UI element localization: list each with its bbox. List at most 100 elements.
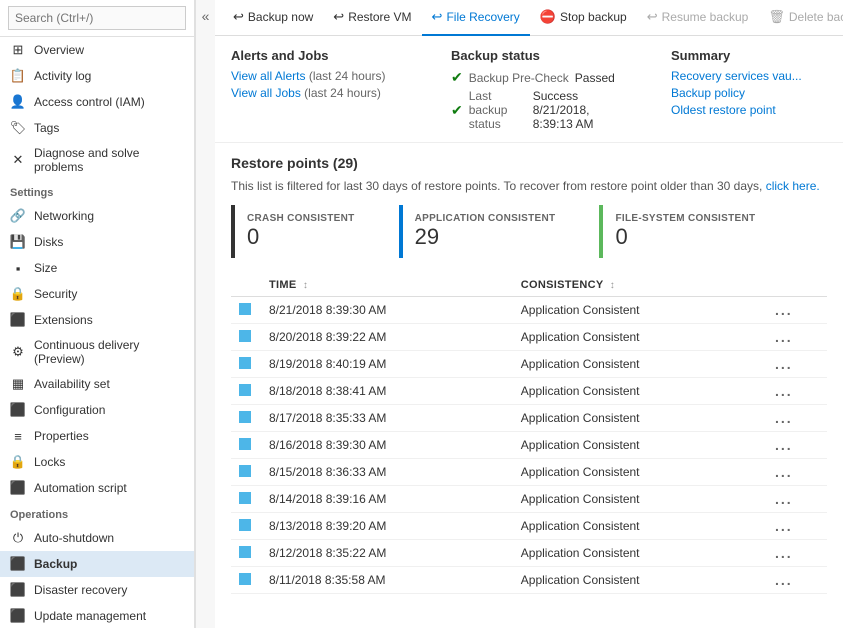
table-row: 8/15/2018 8:36:33 AM Application Consist… bbox=[231, 459, 827, 486]
summary-item-2[interactable]: Oldest restore point bbox=[671, 103, 843, 117]
resume-backup-icon: ↩ bbox=[647, 9, 658, 25]
properties-icon: ≡ bbox=[10, 428, 26, 444]
row-more-button[interactable]: ... bbox=[775, 572, 793, 588]
sidebar-item-networking[interactable]: 🔗 Networking bbox=[0, 203, 194, 229]
summary-item-1[interactable]: Backup policy bbox=[671, 86, 843, 100]
crash-consistent-label: CRASH CONSISTENT bbox=[247, 213, 355, 224]
sidebar-item-label: Networking bbox=[34, 209, 94, 223]
table-row: 8/14/2018 8:39:16 AM Application Consist… bbox=[231, 486, 827, 513]
row-more-button[interactable]: ... bbox=[775, 356, 793, 372]
networking-icon: 🔗 bbox=[10, 208, 26, 224]
row-actions[interactable]: ... bbox=[767, 378, 827, 405]
row-actions[interactable]: ... bbox=[767, 513, 827, 540]
sidebar-item-security[interactable]: 🔒 Security bbox=[0, 281, 194, 307]
sidebar-item-diagnose[interactable]: ✕ Diagnose and solve problems bbox=[0, 141, 194, 179]
diagnose-icon: ✕ bbox=[10, 152, 26, 168]
row-indicator-icon bbox=[239, 384, 251, 396]
row-time: 8/13/2018 8:39:20 AM bbox=[261, 513, 513, 540]
row-indicator-icon bbox=[239, 492, 251, 504]
restore-vm-button[interactable]: ↩ Restore VM bbox=[323, 0, 421, 36]
availability-set-icon: ▦ bbox=[10, 376, 26, 392]
row-time: 8/17/2018 8:35:33 AM bbox=[261, 405, 513, 432]
row-more-button[interactable]: ... bbox=[775, 518, 793, 534]
sidebar-item-properties[interactable]: ≡ Properties bbox=[0, 423, 194, 449]
sidebar-item-access-control[interactable]: 👤 Access control (IAM) bbox=[0, 89, 194, 115]
sidebar-item-backup[interactable]: ⬛ Backup bbox=[0, 551, 194, 577]
row-actions[interactable]: ... bbox=[767, 567, 827, 594]
precheck-check-icon: ✔ bbox=[451, 69, 463, 86]
row-time: 8/12/2018 8:35:22 AM bbox=[261, 540, 513, 567]
sidebar-item-label: Configuration bbox=[34, 403, 105, 417]
info-panels-row: Alerts and Jobs View all Alerts (last 24… bbox=[215, 36, 843, 143]
row-actions[interactable]: ... bbox=[767, 405, 827, 432]
crash-consistent-count: 0 bbox=[247, 224, 355, 250]
col-time[interactable]: TIME ↕ bbox=[261, 274, 513, 297]
row-actions[interactable]: ... bbox=[767, 540, 827, 567]
row-actions[interactable]: ... bbox=[767, 297, 827, 324]
sidebar-item-extensions[interactable]: ⬛ Extensions bbox=[0, 307, 194, 333]
sidebar-item-continuous-delivery[interactable]: ⚙ Continuous delivery (Preview) bbox=[0, 333, 194, 371]
sidebar-item-update-management[interactable]: ⬛ Update management bbox=[0, 603, 194, 628]
table-row: 8/19/2018 8:40:19 AM Application Consist… bbox=[231, 351, 827, 378]
fs-consistent-count: 0 bbox=[615, 224, 755, 250]
sidebar-collapse-button[interactable]: « bbox=[195, 0, 215, 628]
view-all-jobs-link[interactable]: View all Jobs (last 24 hours) bbox=[231, 86, 411, 100]
sidebar-item-label: Backup bbox=[34, 557, 77, 571]
row-indicator-icon bbox=[239, 357, 251, 369]
consistency-row: CRASH CONSISTENT 0 APPLICATION CONSISTEN… bbox=[231, 205, 827, 258]
row-indicator-icon bbox=[239, 438, 251, 450]
row-more-button[interactable]: ... bbox=[775, 302, 793, 318]
file-recovery-button[interactable]: ↩ File Recovery bbox=[422, 0, 530, 36]
table-row: 8/16/2018 8:39:30 AM Application Consist… bbox=[231, 432, 827, 459]
row-more-button[interactable]: ... bbox=[775, 545, 793, 561]
sidebar-item-disaster-recovery[interactable]: ⬛ Disaster recovery bbox=[0, 577, 194, 603]
search-input[interactable] bbox=[8, 6, 186, 30]
search-box bbox=[0, 0, 194, 37]
row-more-button[interactable]: ... bbox=[775, 464, 793, 480]
stop-backup-button[interactable]: ⛔ Stop backup bbox=[530, 0, 637, 36]
restore-vm-icon: ↩ bbox=[333, 9, 344, 25]
resume-backup-button[interactable]: ↩ Resume backup bbox=[637, 0, 759, 36]
row-actions[interactable]: ... bbox=[767, 324, 827, 351]
access-control-icon: 👤 bbox=[10, 94, 26, 110]
sidebar-item-overview[interactable]: ⊞ Overview bbox=[0, 37, 194, 63]
row-more-button[interactable]: ... bbox=[775, 410, 793, 426]
row-more-button[interactable]: ... bbox=[775, 437, 793, 453]
col-consistency[interactable]: CONSISTENCY ↕ bbox=[513, 274, 767, 297]
row-actions[interactable]: ... bbox=[767, 432, 827, 459]
backup-now-icon: ↩ bbox=[233, 9, 244, 25]
sidebar-item-auto-shutdown[interactable]: ⏻ Auto-shutdown bbox=[0, 525, 194, 551]
sidebar-item-tags[interactable]: 🏷 Tags bbox=[0, 115, 194, 141]
sidebar-item-automation-script[interactable]: ⬛ Automation script bbox=[0, 475, 194, 501]
sidebar-item-activity-log[interactable]: 📋 Activity log bbox=[0, 63, 194, 89]
sidebar-item-size[interactable]: ▪ Size bbox=[0, 255, 194, 281]
table-row: 8/17/2018 8:35:33 AM Application Consist… bbox=[231, 405, 827, 432]
sidebar-section-operations: Operations ⏻ Auto-shutdown ⬛ Backup ⬛ Di… bbox=[0, 501, 194, 628]
backup-now-button[interactable]: ↩ Backup now bbox=[223, 0, 323, 36]
row-actions[interactable]: ... bbox=[767, 486, 827, 513]
col-indicator bbox=[231, 274, 261, 297]
filter-link[interactable]: click here. bbox=[766, 179, 820, 193]
summary-panel: Summary Recovery services vau... Backup … bbox=[671, 48, 843, 134]
backup-precheck-row: ✔ Backup Pre-Check Passed bbox=[451, 69, 631, 86]
size-icon: ▪ bbox=[10, 260, 26, 276]
row-time: 8/21/2018 8:39:30 AM bbox=[261, 297, 513, 324]
sidebar-item-availability-set[interactable]: ▦ Availability set bbox=[0, 371, 194, 397]
table-row: 8/12/2018 8:35:22 AM Application Consist… bbox=[231, 540, 827, 567]
row-actions[interactable]: ... bbox=[767, 351, 827, 378]
row-consistency: Application Consistent bbox=[513, 378, 767, 405]
stop-backup-icon: ⛔ bbox=[540, 9, 556, 25]
row-indicator-cell bbox=[231, 459, 261, 486]
view-all-alerts-link[interactable]: View all Alerts (last 24 hours) bbox=[231, 69, 411, 83]
summary-item-0[interactable]: Recovery services vau... bbox=[671, 69, 843, 83]
row-more-button[interactable]: ... bbox=[775, 491, 793, 507]
delete-backup-data-button[interactable]: 🗑 Delete backup data bbox=[758, 0, 843, 36]
row-more-button[interactable]: ... bbox=[775, 329, 793, 345]
extensions-icon: ⬛ bbox=[10, 312, 26, 328]
row-more-button[interactable]: ... bbox=[775, 383, 793, 399]
sidebar-item-configuration[interactable]: ⬛ Configuration bbox=[0, 397, 194, 423]
sidebar-item-locks[interactable]: 🔒 Locks bbox=[0, 449, 194, 475]
row-actions[interactable]: ... bbox=[767, 459, 827, 486]
sidebar-item-label: Extensions bbox=[34, 313, 93, 327]
sidebar-item-disks[interactable]: 💾 Disks bbox=[0, 229, 194, 255]
